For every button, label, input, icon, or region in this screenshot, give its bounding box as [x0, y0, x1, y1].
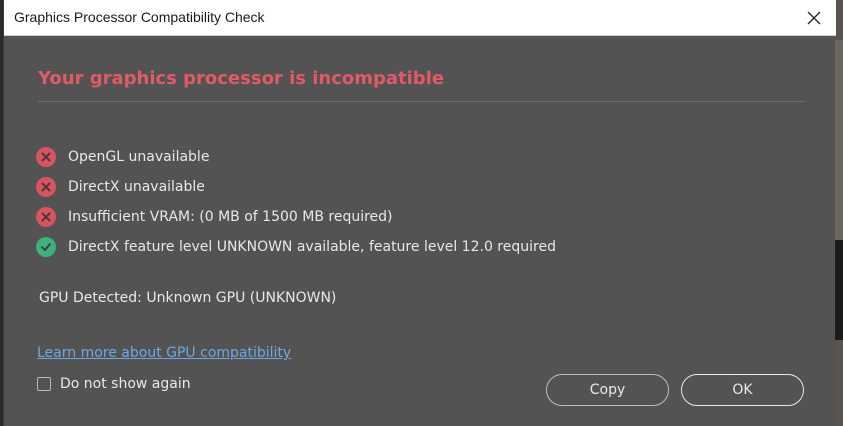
check-text: DirectX unavailable — [68, 179, 205, 195]
error-x-icon — [36, 147, 56, 167]
error-x-icon — [36, 207, 56, 227]
close-button[interactable] — [792, 0, 836, 36]
check-item-directx: DirectX unavailable — [36, 172, 556, 202]
title-bar: Graphics Processor Compatibility Check — [4, 0, 836, 36]
success-check-icon — [36, 237, 56, 257]
background-window-edge — [835, 0, 843, 426]
check-item-vram: Insufficient VRAM: (0 MB of 1500 MB requ… — [36, 202, 556, 232]
window-title: Graphics Processor Compatibility Check — [14, 9, 265, 25]
error-x-icon — [36, 177, 56, 197]
check-item-opengl: OpenGL unavailable — [36, 142, 556, 172]
gpu-detected-text: GPU Detected: Unknown GPU (UNKNOWN) — [39, 290, 337, 306]
copy-button[interactable]: Copy — [546, 374, 669, 406]
ok-button[interactable]: OK — [681, 374, 804, 406]
compatibility-dialog: Graphics Processor Compatibility Check Y… — [3, 0, 836, 426]
dont-show-again-checkbox[interactable] — [37, 377, 51, 391]
incompatible-heading: Your graphics processor is incompatible — [38, 68, 445, 89]
check-text: OpenGL unavailable — [68, 149, 210, 165]
check-list: OpenGL unavailable DirectX unavailable I… — [36, 142, 556, 262]
check-item-feature-level: DirectX feature level UNKNOWN available,… — [36, 232, 556, 262]
background-fragment — [835, 240, 843, 340]
check-text: DirectX feature level UNKNOWN available,… — [68, 239, 556, 255]
dont-show-again-toggle[interactable]: Do not show again — [37, 376, 191, 392]
heading-divider — [38, 101, 805, 102]
learn-more-link[interactable]: Learn more about GPU compatibility — [37, 345, 291, 361]
background-fragment — [835, 40, 843, 240]
close-icon — [807, 11, 821, 25]
dont-show-again-label: Do not show again — [60, 376, 191, 392]
check-text: Insufficient VRAM: (0 MB of 1500 MB requ… — [68, 209, 393, 225]
